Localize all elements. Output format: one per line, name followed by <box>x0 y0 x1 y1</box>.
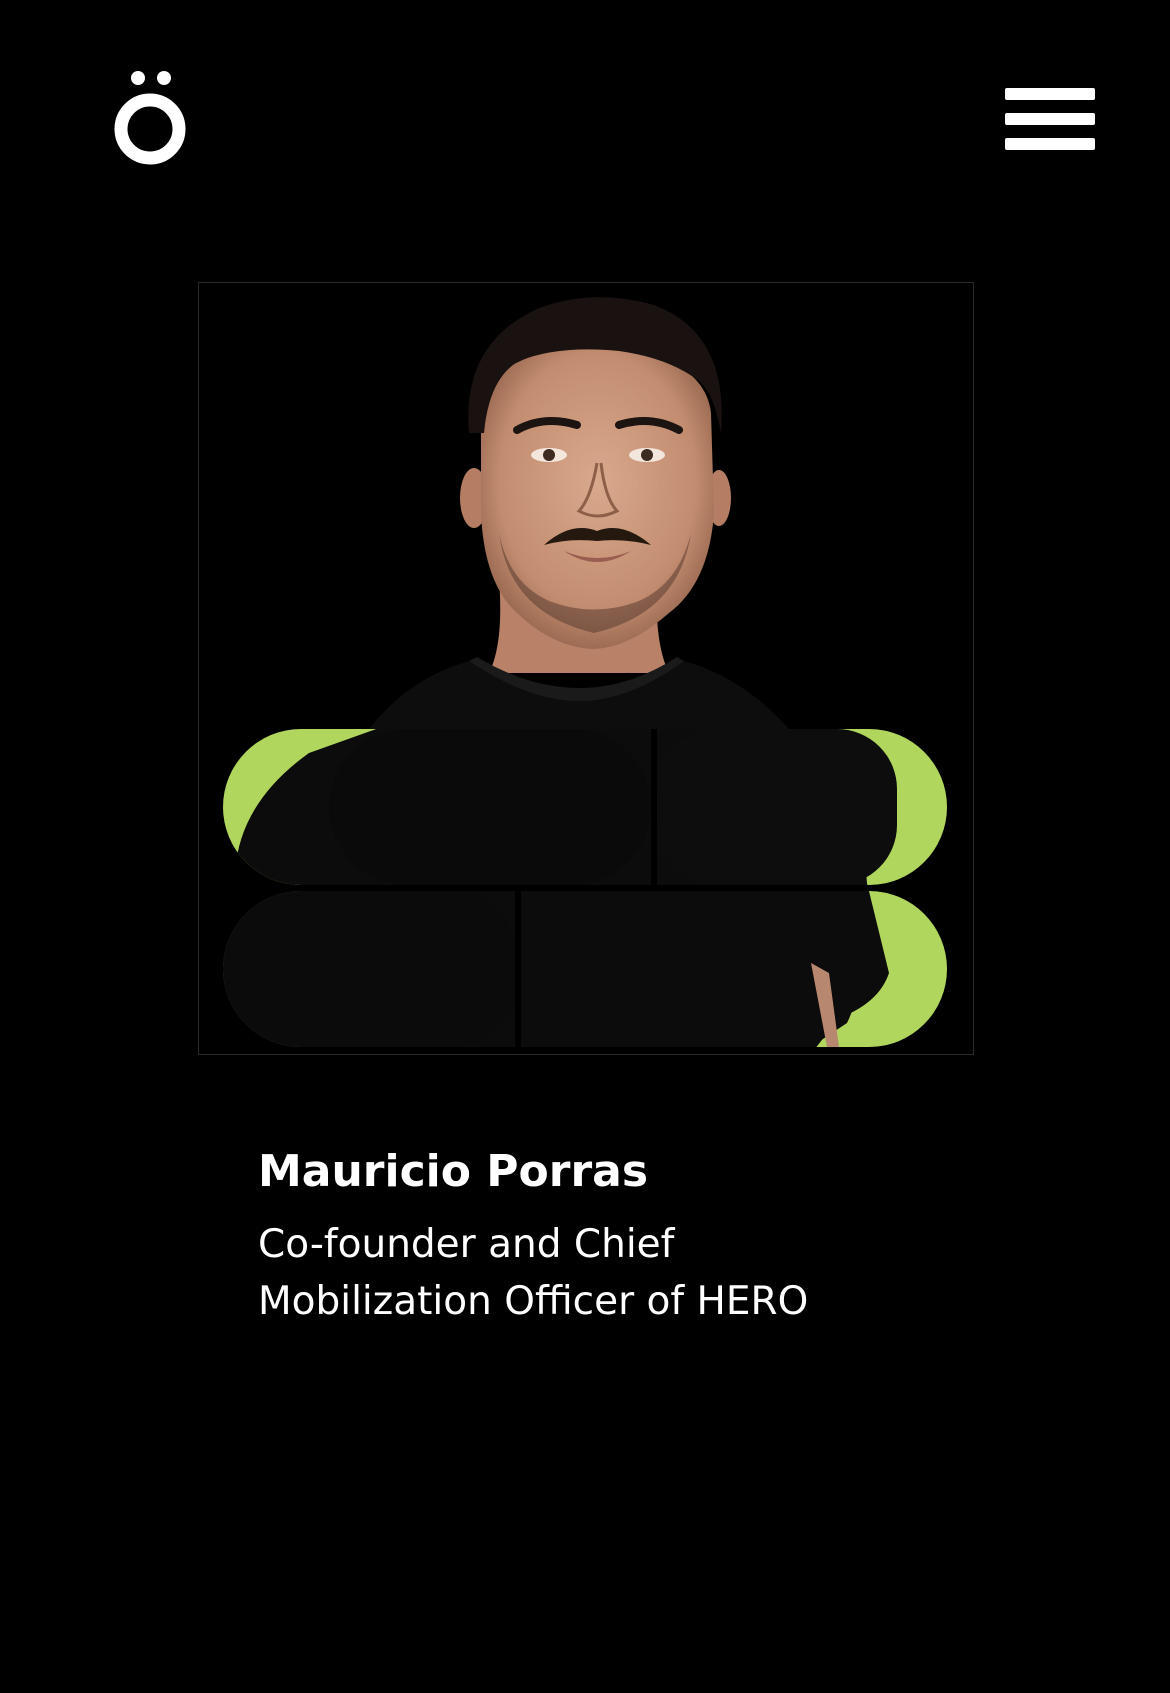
person-upper <box>369 297 789 729</box>
profile-page: Mauricio Porras Co-founder and Chief Mob… <box>0 0 1170 1693</box>
profile-name: Mauricio Porras <box>258 1146 649 1197</box>
profile-role-line1: Co-founder and Chief <box>258 1222 675 1267</box>
hamburger-bar <box>1005 138 1095 150</box>
profile-role: Co-founder and Chief Mobilization Office… <box>258 1216 958 1330</box>
menu-button[interactable] <box>1003 86 1097 152</box>
profile-info: Mauricio Porras Co-founder and Chief Mob… <box>258 1140 958 1330</box>
o-umlaut-logo-icon <box>114 71 186 165</box>
profile-role-line2: Mobilization Officer of HERO <box>258 1279 809 1324</box>
hamburger-bar <box>1005 113 1095 125</box>
hamburger-menu-icon <box>1005 88 1095 100</box>
home-logo-link[interactable] <box>112 68 188 168</box>
portrait-illustration <box>223 297 947 1047</box>
profile-photo[interactable] <box>198 282 974 1055</box>
site-header <box>0 0 1170 230</box>
